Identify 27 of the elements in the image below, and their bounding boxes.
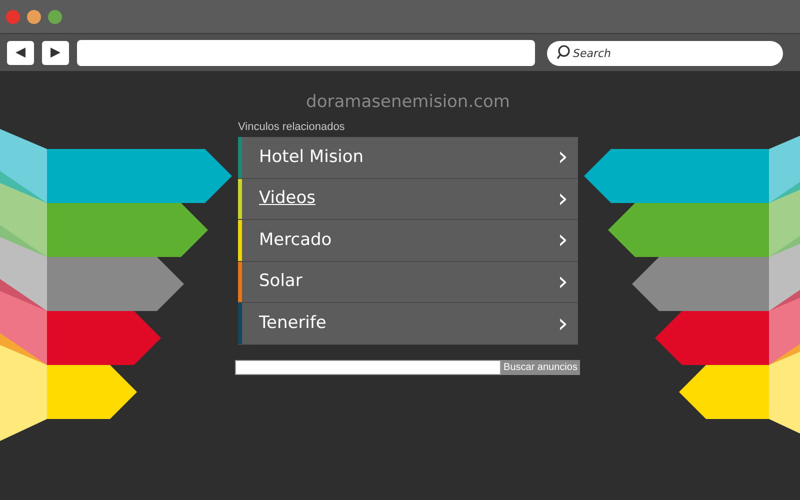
chevron-icon: › (558, 227, 568, 254)
chevron-icon: › (558, 186, 568, 212)
address-field[interactable] (77, 40, 535, 66)
link-item[interactable]: Solar › (238, 262, 578, 304)
search-field[interactable]: Search (547, 41, 783, 66)
minimize-window-icon[interactable] (27, 10, 41, 24)
link-item[interactable]: Mercado › (238, 220, 578, 262)
maximize-window-icon[interactable] (48, 10, 62, 24)
link-label[interactable]: Videos (259, 186, 558, 212)
forward-button[interactable]: ▶ (42, 40, 69, 64)
ad-search-field[interactable] (235, 360, 501, 375)
link-label[interactable]: Tenerife (259, 310, 558, 336)
search-icon (556, 45, 570, 60)
close-window-icon[interactable] (6, 10, 20, 24)
chevron-icon: › (558, 310, 568, 337)
search-ads-button[interactable]: Buscar anuncios (501, 360, 580, 375)
link-item[interactable]: Tenerife › (238, 303, 578, 345)
link-label[interactable]: Solar (259, 269, 558, 295)
link-item[interactable]: Videos › (238, 178, 578, 220)
site-domain: doramasenemision.com (305, 91, 511, 113)
link-item[interactable]: Hotel Mision › (238, 137, 578, 179)
back-button[interactable]: ◀ (7, 40, 34, 64)
link-label[interactable]: Mercado (259, 228, 558, 254)
chevron-icon: › (558, 144, 568, 170)
chevron-icon: › (558, 269, 568, 296)
link-label[interactable]: Hotel Mision (259, 144, 558, 170)
section-heading: Vinculos relacionados (238, 120, 346, 134)
